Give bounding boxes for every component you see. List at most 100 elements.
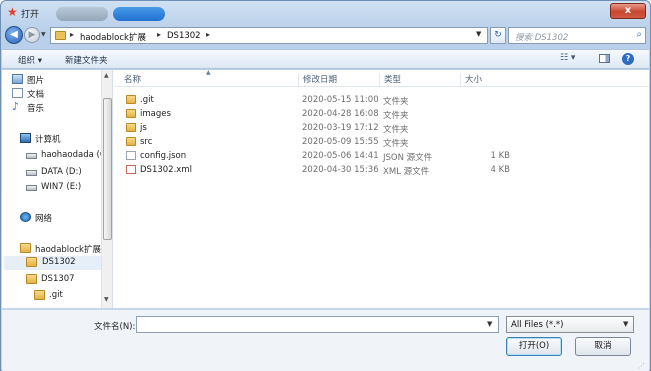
recent-pages-dropdown-icon[interactable]: ▼	[41, 31, 46, 38]
resize-grip-icon[interactable]: ⋰	[638, 362, 645, 370]
column-type[interactable]: 类型	[379, 73, 459, 87]
title-bar: ★ 打开 x	[1, 1, 650, 25]
file-row-config-json[interactable]: config.json 2020-05-06 14:41 JSON 源文件 1 …	[114, 149, 534, 163]
file-name: DS1302.xml	[140, 165, 192, 175]
breadcrumb-arrow-icon[interactable]: ▸	[206, 30, 210, 39]
new-folder-button[interactable]: 新建文件夹	[65, 54, 108, 66]
close-button[interactable]: x	[610, 3, 646, 19]
command-toolbar: 组织 ▾ 新建文件夹 ☷ ▾ ?	[2, 49, 649, 69]
folder-icon	[126, 95, 136, 104]
sidebar-item-label: haodablock扩展	[35, 245, 101, 255]
open-button[interactable]: 打开(O)	[506, 337, 562, 356]
file-row-images[interactable]: images 2020-04-28 16:08 文件夹	[114, 107, 534, 121]
file-size: 4 KB	[490, 165, 510, 175]
file-row-git[interactable]: .git 2020-05-15 11:00 文件夹	[114, 93, 534, 107]
scroll-up-icon[interactable]: ▲	[104, 72, 109, 79]
sidebar-item-label: 文档	[27, 90, 45, 100]
file-name: config.json	[140, 151, 187, 161]
star-app-icon: ★	[7, 5, 18, 19]
sidebar-item-ds1302[interactable]: DS1302	[4, 256, 101, 270]
back-button[interactable]: ◀	[5, 26, 23, 44]
file-type: 文件夹	[383, 97, 409, 107]
address-dropdown-icon[interactable]: ▼	[476, 30, 481, 38]
open-file-dialog: ★ 打开 x ◀ ▶ ▼ ▸ haodablock扩展 ▸ DS1302 ▸ ▼…	[0, 0, 651, 371]
sidebar-item-label: 计算机	[35, 135, 61, 145]
folder-icon	[26, 274, 37, 284]
column-size[interactable]: 大小	[460, 73, 520, 87]
folder-icon	[26, 257, 37, 267]
file-name: .git	[140, 95, 154, 105]
drive-icon	[26, 185, 37, 191]
sidebar-item-label: DS1302	[42, 257, 76, 267]
cancel-button[interactable]: 取消	[575, 337, 631, 356]
chevron-down-icon: ▼	[623, 320, 629, 328]
address-row: ◀ ▶ ▼ ▸ haodablock扩展 ▸ DS1302 ▸ ▼ ↻ 搜索 D…	[5, 26, 646, 46]
search-input[interactable]: 搜索 DS1302 ⌕	[508, 27, 646, 44]
refresh-icon: ↻	[494, 30, 502, 40]
file-type: XML 源文件	[383, 167, 430, 177]
filename-input[interactable]: ▼	[136, 316, 499, 333]
breadcrumb-ds1302[interactable]: DS1302	[167, 31, 201, 41]
search-placeholder: 搜索 DS1302	[515, 33, 569, 43]
network-icon	[20, 212, 31, 222]
file-date: 2020-05-15 11:00	[302, 95, 379, 105]
file-type-value: All Files (*.*)	[511, 320, 564, 330]
sidebar-item-label: .git	[49, 290, 63, 300]
drive-icon	[26, 153, 37, 159]
close-icon: x	[624, 5, 632, 16]
folder-icon	[34, 290, 45, 300]
column-header-row: 名称 ▲ 修改日期 类型 大小	[114, 69, 649, 87]
folder-icon	[126, 109, 136, 118]
forward-button[interactable]: ▶	[24, 27, 40, 43]
file-type: 文件夹	[383, 139, 409, 149]
organize-button[interactable]: 组织 ▾	[18, 54, 42, 66]
scroll-down-icon[interactable]: ▼	[104, 296, 109, 303]
file-row-js[interactable]: js 2020-03-19 17:12 文件夹	[114, 121, 534, 135]
content-area: 图片 文档 ♪ 音乐 计算机 haohaodada (C DATA (D:) W…	[2, 69, 649, 308]
blurred-tab-1	[56, 7, 108, 21]
navigation-scrollbar[interactable]: ▲ ▼	[101, 70, 112, 308]
folder-icon	[126, 137, 136, 146]
sidebar-item-label: 音乐	[27, 104, 45, 114]
refresh-button[interactable]: ↻	[490, 27, 506, 44]
file-icon	[126, 151, 136, 160]
view-options-icon[interactable]: ☷ ▾	[560, 53, 575, 63]
breadcrumb-arrow-icon[interactable]: ▸	[70, 30, 74, 39]
file-name: images	[140, 109, 171, 119]
filename-dropdown-icon[interactable]: ▼	[487, 320, 492, 328]
file-row-ds1302-xml[interactable]: DS1302.xml 2020-04-30 15:36 XML 源文件 4 KB	[114, 163, 534, 177]
file-date: 2020-05-09 15:55	[302, 137, 379, 147]
file-type: 文件夹	[383, 125, 409, 135]
help-icon[interactable]: ?	[622, 53, 634, 65]
music-icon: ♪	[12, 100, 20, 113]
breadcrumb-haodablock[interactable]: haodablock扩展	[80, 31, 146, 43]
sort-ascending-icon: ▲	[206, 69, 211, 76]
filename-label: 文件名(N):	[94, 322, 136, 332]
blurred-tab-2	[113, 7, 165, 21]
file-type-select[interactable]: All Files (*.*) ▼	[506, 316, 634, 333]
file-date: 2020-05-06 14:41	[302, 151, 379, 161]
sidebar-item-label: 图片	[27, 76, 45, 86]
forward-arrow-icon: ▶	[28, 30, 36, 40]
search-icon[interactable]: ⌕	[636, 29, 642, 40]
file-date: 2020-04-28 16:08	[302, 109, 379, 119]
xml-file-icon	[126, 165, 136, 174]
computer-icon	[20, 133, 31, 143]
sidebar-item-label: DS1307	[41, 274, 75, 284]
documents-icon	[12, 88, 23, 98]
address-bar[interactable]: ▸ haodablock扩展 ▸ DS1302 ▸ ▼	[50, 27, 488, 44]
scrollbar-thumb[interactable]	[103, 98, 112, 240]
file-name: src	[140, 137, 153, 147]
breadcrumb-arrow-icon[interactable]: ▸	[157, 30, 161, 39]
file-row-src[interactable]: src 2020-05-09 15:55 文件夹	[114, 135, 534, 149]
dialog-title: 打开	[21, 10, 40, 20]
file-name: js	[140, 123, 147, 133]
folder-icon	[20, 243, 31, 253]
navigation-pane: 图片 文档 ♪ 音乐 计算机 haohaodada (C DATA (D:) W…	[2, 70, 113, 308]
sidebar-item-label: haohaodada (C	[41, 150, 106, 160]
preview-pane-icon[interactable]	[599, 54, 610, 63]
back-arrow-icon: ◀	[10, 29, 18, 40]
column-date-modified[interactable]: 修改日期	[298, 73, 378, 87]
file-type: 文件夹	[383, 111, 409, 121]
folder-icon	[126, 123, 136, 132]
